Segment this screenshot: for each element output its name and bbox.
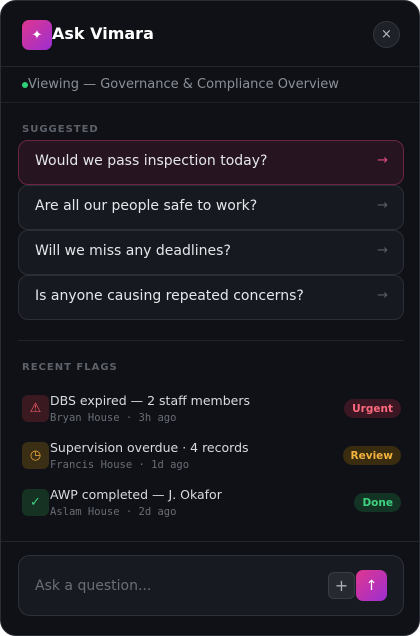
send-button[interactable]: ↑ bbox=[356, 570, 387, 601]
context-bar: Viewing — Governance & Compliance Overvi… bbox=[1, 67, 419, 103]
panel-header: ✦ Ask Vimara × bbox=[1, 1, 419, 67]
suggested-heading: SUGGESTED bbox=[22, 124, 99, 135]
suggestion-item[interactable]: Will we miss any deadlines? → bbox=[18, 230, 404, 275]
flag-item[interactable]: ⚠ DBS expired — 2 staff members Bryan Ho… bbox=[22, 393, 402, 431]
warning-icon: ⚠ bbox=[22, 395, 49, 422]
flag-item[interactable]: ◷ Supervision overdue · 4 records Franci… bbox=[22, 440, 402, 478]
arrow-right-icon: → bbox=[377, 288, 388, 303]
arrow-right-icon: → bbox=[377, 153, 388, 168]
suggestion-label: Are all our people safe to work? bbox=[35, 198, 258, 214]
arrow-right-icon: → bbox=[377, 198, 388, 213]
clock-icon: ◷ bbox=[22, 442, 49, 469]
arrow-up-icon: ↑ bbox=[365, 577, 378, 594]
section-divider bbox=[18, 340, 404, 341]
attach-button[interactable]: + bbox=[328, 572, 355, 599]
close-icon: × bbox=[381, 27, 392, 42]
status-badge: Urgent bbox=[344, 399, 401, 418]
check-icon: ✓ bbox=[22, 489, 49, 516]
recent-flags-heading: RECENT FLAGS bbox=[22, 362, 118, 373]
context-label: Viewing — Governance & Compliance Overvi… bbox=[28, 77, 339, 92]
suggestion-label: Will we miss any deadlines? bbox=[35, 243, 231, 259]
question-input[interactable] bbox=[35, 576, 315, 596]
plus-icon: + bbox=[334, 576, 349, 595]
ask-vimara-panel: ✦ Ask Vimara × Viewing — Governance & Co… bbox=[0, 0, 420, 636]
suggestion-item[interactable]: Are all our people safe to work? → bbox=[18, 185, 404, 230]
flag-item[interactable]: ✓ AWP completed — J. Okafor Aslam House … bbox=[22, 487, 402, 525]
flag-title: Supervision overdue · 4 records bbox=[50, 440, 249, 455]
suggestion-item[interactable]: Would we pass inspection today? → bbox=[18, 140, 404, 185]
panel-title: Ask Vimara bbox=[52, 24, 154, 43]
flag-meta: Francis House · 1d ago bbox=[50, 459, 190, 471]
suggestion-label: Is anyone causing repeated concerns? bbox=[35, 288, 304, 304]
close-button[interactable]: × bbox=[373, 21, 400, 48]
composer-box: + ↑ bbox=[18, 555, 404, 616]
status-badge: Review bbox=[342, 446, 401, 465]
flag-meta: Aslam House · 2d ago bbox=[50, 506, 177, 518]
arrow-right-icon: → bbox=[377, 243, 388, 258]
flag-meta: Bryan House · 3h ago bbox=[50, 412, 177, 424]
suggestion-item[interactable]: Is anyone causing repeated concerns? → bbox=[18, 275, 404, 320]
suggestion-label: Would we pass inspection today? bbox=[35, 153, 268, 169]
status-badge: Done bbox=[354, 493, 401, 512]
flag-title: DBS expired — 2 staff members bbox=[50, 393, 251, 408]
flag-title: AWP completed — J. Okafor bbox=[50, 487, 222, 502]
composer-footer: + ↑ bbox=[1, 541, 419, 635]
sparkle-logo-icon: ✦ bbox=[22, 20, 52, 50]
